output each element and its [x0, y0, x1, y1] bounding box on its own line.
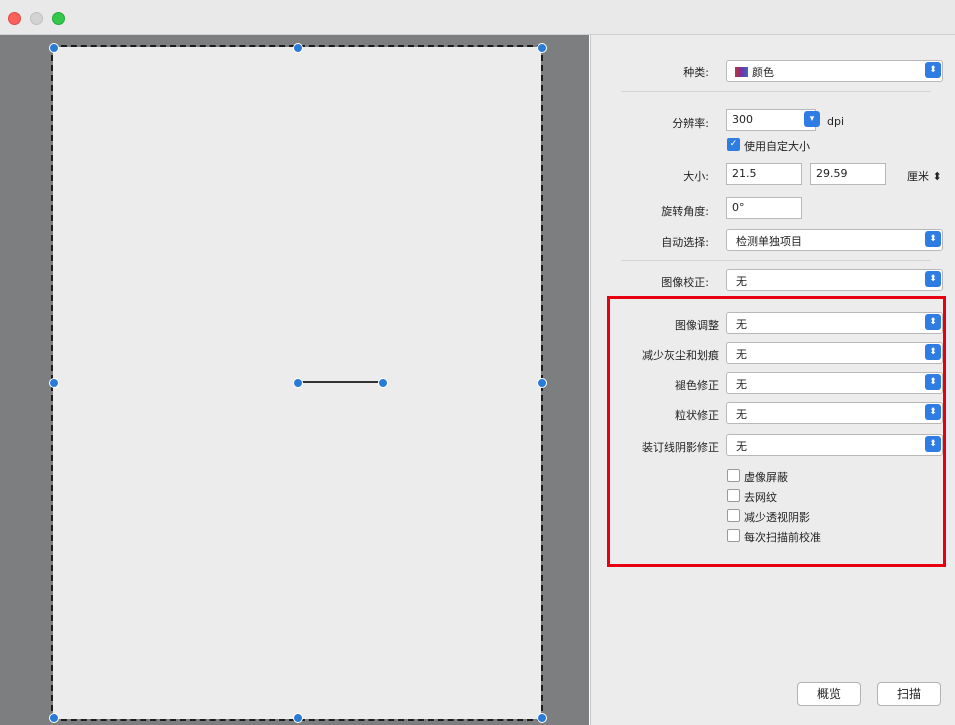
custom-size-label: 使用自定大小 [744, 140, 810, 153]
crop-handle-bottom-right[interactable] [537, 713, 547, 723]
scanner-window: 种类: 颜色 ⬍ 分辨率: 300 ▾ dpi ✓ 使用自定大小 大小: 21.… [0, 0, 955, 725]
minimize-button[interactable] [30, 12, 43, 25]
auto-select-select[interactable]: 检测单独项目 ⬍ [726, 229, 943, 251]
crop-handle-top-left[interactable] [49, 43, 59, 53]
kind-value: 颜色 [752, 66, 774, 79]
crop-handle-top[interactable] [293, 43, 303, 53]
kind-label: 种类: [683, 66, 709, 79]
kind-select[interactable]: 颜色 ⬍ [726, 60, 943, 82]
updown-arrows-icon: ⬍ [925, 231, 941, 247]
size-height-input[interactable]: 29.59 [810, 163, 886, 185]
resolution-input[interactable]: 300 [726, 109, 816, 131]
close-button[interactable] [8, 12, 21, 25]
rotation-handle-left[interactable] [293, 378, 303, 388]
image-correction-label: 图像校正: [661, 276, 709, 289]
crop-handle-right[interactable] [537, 378, 547, 388]
crop-handle-bottom[interactable] [293, 713, 303, 723]
zoom-button[interactable] [52, 12, 65, 25]
rotation-input[interactable]: 0° [726, 197, 802, 219]
updown-arrows-icon: ⬍ [925, 62, 941, 78]
highlight-box [607, 296, 946, 567]
updown-arrows-icon: ⬍ [925, 271, 941, 287]
color-icon [735, 67, 748, 77]
title-bar [0, 0, 955, 35]
crop-handle-left[interactable] [49, 378, 59, 388]
preview-area [0, 35, 589, 725]
resolution-unit: dpi [827, 115, 845, 128]
crop-handle-top-right[interactable] [537, 43, 547, 53]
crop-handle-bottom-left[interactable] [49, 713, 59, 723]
custom-size-checkbox[interactable]: ✓ [727, 138, 740, 151]
resolution-dropdown-icon[interactable]: ▾ [804, 111, 820, 127]
divider [621, 260, 931, 261]
rotation-handle-right[interactable] [378, 378, 388, 388]
rotation-handle-bar [298, 381, 382, 383]
auto-select-label: 自动选择: [661, 236, 709, 249]
preview-button[interactable]: 概览 [797, 682, 861, 706]
size-width-input[interactable]: 21.5 [726, 163, 802, 185]
image-correction-select[interactable]: 无 ⬍ [726, 269, 943, 291]
scan-button[interactable]: 扫描 [877, 682, 941, 706]
size-unit-select[interactable]: 厘米 ⬍ [907, 168, 942, 184]
resolution-label: 分辨率: [672, 117, 709, 130]
rotation-label: 旋转角度: [661, 205, 709, 218]
size-label: 大小: [683, 170, 709, 183]
divider [621, 91, 931, 92]
